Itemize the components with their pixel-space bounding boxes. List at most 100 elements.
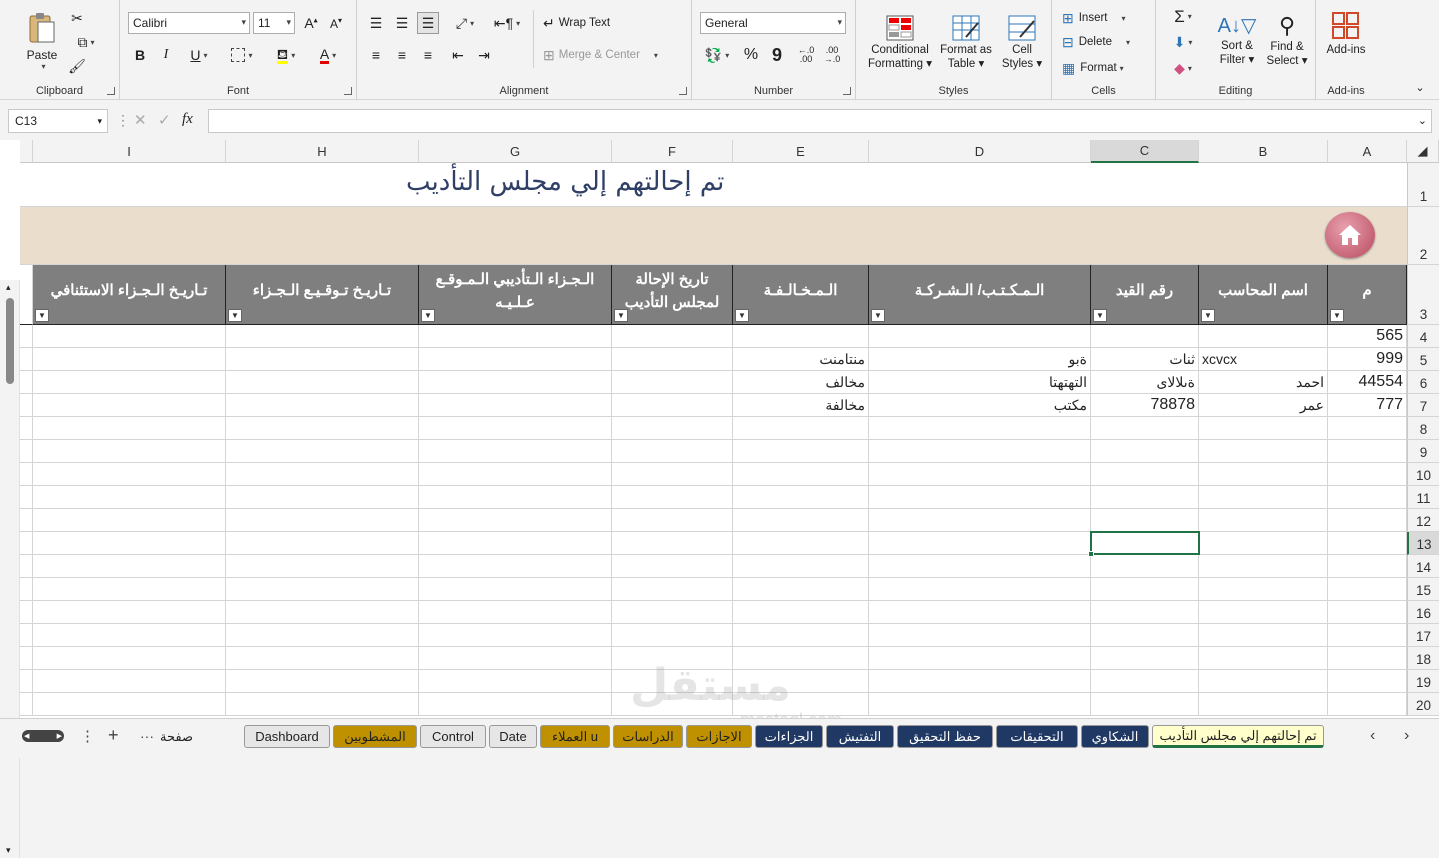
home-button[interactable]	[1325, 212, 1375, 258]
cell-f[interactable]	[612, 509, 733, 532]
cell-i[interactable]	[33, 394, 226, 417]
cell-c[interactable]	[1091, 325, 1199, 348]
row-header-15[interactable]: 15	[1407, 578, 1439, 601]
align-top-button[interactable]: ☰	[365, 12, 387, 34]
cell-f[interactable]	[612, 417, 733, 440]
cell-e[interactable]	[733, 463, 869, 486]
cell-a[interactable]	[1328, 601, 1407, 624]
align-bottom-button[interactable]: ☰	[417, 12, 439, 34]
cell-h[interactable]	[226, 601, 419, 624]
cell-f[interactable]	[612, 624, 733, 647]
cell-e[interactable]: مخالف	[733, 371, 869, 394]
cell-x[interactable]	[20, 647, 33, 670]
scroll-left-icon[interactable]: ◀	[24, 732, 29, 740]
cell-e[interactable]	[733, 509, 869, 532]
cell-f[interactable]	[612, 463, 733, 486]
chevron-down-icon[interactable]: ⌄	[1418, 114, 1427, 127]
cell-c[interactable]	[1091, 486, 1199, 509]
clear-button[interactable]: ◆ ▾	[1166, 58, 1200, 78]
cell-i[interactable]	[33, 371, 226, 394]
insert-function-button[interactable]: fx	[182, 111, 193, 128]
filter-dropdown-icon[interactable]: ▼	[35, 309, 49, 322]
cell-b[interactable]	[1199, 440, 1328, 463]
more-options-icon[interactable]: ⋮	[116, 112, 130, 129]
row-header-12[interactable]: 12	[1407, 509, 1439, 532]
sheet-tab[interactable]: تم إحالتهم إلي مجلس التأديب	[1152, 725, 1324, 748]
cell-a[interactable]: 44554	[1328, 371, 1407, 394]
row-header-13[interactable]: 13	[1407, 532, 1439, 555]
cell-x[interactable]	[20, 509, 33, 532]
cell-x[interactable]	[20, 532, 33, 555]
font-size-select[interactable]: 11 ▾	[253, 12, 295, 34]
sheet-tab[interactable]: حفظ التحقيق	[897, 725, 993, 748]
sheet-tab[interactable]: التحقيقات	[996, 725, 1078, 748]
cell-a[interactable]	[1328, 486, 1407, 509]
filter-dropdown-icon[interactable]: ▼	[1093, 309, 1107, 322]
font-color-button[interactable]: A ▾	[310, 44, 346, 66]
cell-d[interactable]	[869, 509, 1091, 532]
row-header-11[interactable]: 11	[1407, 486, 1439, 509]
cell-b[interactable]	[1199, 486, 1328, 509]
format-button[interactable]: ▦ Format ▾	[1062, 58, 1152, 78]
cell-x[interactable]	[20, 463, 33, 486]
cell-d[interactable]	[869, 578, 1091, 601]
cell-b[interactable]: xcvcx	[1199, 348, 1328, 371]
row-header-14[interactable]: 14	[1407, 555, 1439, 578]
cell-d[interactable]	[869, 532, 1091, 555]
cell-e[interactable]	[733, 325, 869, 348]
column-header-f[interactable]: F	[612, 140, 733, 163]
percent-button[interactable]: %	[740, 44, 762, 66]
dialog-launcher-icon[interactable]	[843, 87, 851, 95]
cell-a[interactable]: 777	[1328, 394, 1407, 417]
cell-g[interactable]	[419, 509, 612, 532]
horizontal-scroll-thumb[interactable]: ◀ ▶	[22, 730, 64, 742]
cell-c[interactable]	[1091, 417, 1199, 440]
filter-dropdown-icon[interactable]: ▼	[614, 309, 628, 322]
select-all-button[interactable]: ◢	[1407, 140, 1439, 163]
add-sheet-button[interactable]: +	[108, 725, 119, 746]
format-painter-button[interactable]: 🖌	[66, 56, 88, 76]
dialog-launcher-icon[interactable]	[107, 87, 115, 95]
chevron-left-icon[interactable]: ‹	[1370, 727, 1375, 745]
cell-f[interactable]	[612, 440, 733, 463]
sheet-tab[interactable]: الاجازات	[686, 725, 752, 748]
cell-i[interactable]	[33, 417, 226, 440]
fill-handle[interactable]	[1088, 551, 1094, 557]
cell-c[interactable]	[1091, 693, 1199, 716]
cell-h[interactable]	[226, 578, 419, 601]
cell-a[interactable]	[1328, 624, 1407, 647]
cell-f[interactable]	[612, 578, 733, 601]
cell-d[interactable]: ةبو	[869, 348, 1091, 371]
scroll-right-icon[interactable]: ▶	[57, 732, 62, 740]
cell-d[interactable]	[869, 440, 1091, 463]
cell-f[interactable]	[612, 394, 733, 417]
cell-x[interactable]	[20, 578, 33, 601]
cell-d[interactable]	[869, 601, 1091, 624]
addins-button[interactable]: Add-ins	[1322, 6, 1370, 62]
cell-h[interactable]	[226, 348, 419, 371]
cell-g[interactable]	[419, 486, 612, 509]
cell-h[interactable]	[226, 624, 419, 647]
row-header-4[interactable]: 4	[1407, 325, 1439, 348]
sheet-tab[interactable]: المشطوبين	[333, 725, 417, 748]
cell-e[interactable]	[733, 601, 869, 624]
cell-d[interactable]	[869, 647, 1091, 670]
align-middle-button[interactable]: ☰	[391, 12, 413, 34]
cell-f[interactable]	[612, 532, 733, 555]
cell-b[interactable]	[1199, 578, 1328, 601]
row-header-5[interactable]: 5	[1407, 348, 1439, 371]
text-direction-button[interactable]: ⇤¶ ▾	[489, 12, 525, 34]
cell-f[interactable]	[612, 601, 733, 624]
cell-c[interactable]	[1091, 601, 1199, 624]
find-select-button[interactable]: ⚲ Find & Select ▾	[1262, 6, 1312, 76]
sheet-tab[interactable]: Control	[420, 725, 486, 748]
cell-a[interactable]	[1328, 555, 1407, 578]
cell-x[interactable]	[20, 417, 33, 440]
sheet-tab[interactable]: التفتيش	[826, 725, 894, 748]
decrease-indent-button[interactable]: ⇤	[447, 44, 469, 66]
scrollbar-thumb[interactable]	[6, 298, 14, 384]
cell-b[interactable]	[1199, 325, 1328, 348]
cell-d[interactable]	[869, 417, 1091, 440]
cell-g[interactable]	[419, 578, 612, 601]
font-name-select[interactable]: Calibri ▾	[128, 12, 250, 34]
